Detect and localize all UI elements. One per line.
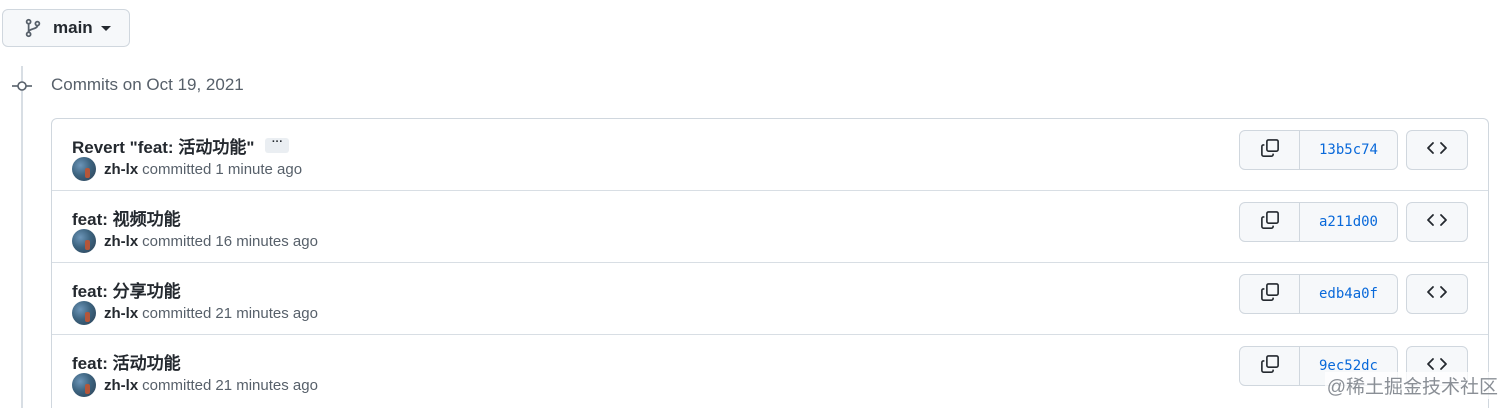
- code-icon: [1426, 140, 1448, 161]
- sha-button-group: a211d00: [1239, 202, 1398, 242]
- commit-meta: zh-lx committed 21 minutes ago: [72, 301, 318, 325]
- commit-sha-link[interactable]: 13b5c74: [1300, 131, 1397, 169]
- commit-sha-link[interactable]: a211d00: [1300, 203, 1397, 241]
- copy-sha-button[interactable]: [1240, 275, 1300, 313]
- sha-button-group: edb4a0f: [1239, 274, 1398, 314]
- commit-title: feat: 视频功能: [72, 205, 181, 230]
- commit-meta: zh-lx committed 21 minutes ago: [72, 373, 318, 397]
- copy-sha-button[interactable]: [1240, 203, 1300, 241]
- branch-select-button[interactable]: main: [2, 9, 130, 47]
- copy-icon: [1260, 282, 1280, 307]
- git-branch-icon: [23, 18, 43, 38]
- avatar[interactable]: [72, 157, 96, 181]
- expand-message-button[interactable]: ···: [265, 137, 290, 153]
- commit-row: feat: 活动功能 zh-lx committed 21 minutes ag…: [52, 335, 1488, 407]
- author-link[interactable]: zh-lx: [104, 377, 138, 394]
- committed-label: committed: [142, 376, 212, 394]
- commit-time: 16 minutes ago: [215, 232, 318, 250]
- commit-row: feat: 视频功能 zh-lx committed 16 minutes ag…: [52, 191, 1488, 263]
- copy-icon: [1260, 210, 1280, 235]
- caret-down-icon: [100, 25, 111, 31]
- commit-time: 21 minutes ago: [215, 304, 318, 322]
- commit-title: feat: 活动功能: [72, 349, 181, 374]
- commit-meta: zh-lx committed 1 minute ago: [72, 157, 302, 181]
- avatar[interactable]: [72, 373, 96, 397]
- commit-list: Revert "feat: 活动功能" ··· zh-lx committed …: [51, 118, 1489, 408]
- browse-repo-button[interactable]: [1406, 274, 1468, 314]
- copy-icon: [1260, 138, 1280, 163]
- commit-message-link[interactable]: feat: 活动功能: [72, 349, 181, 374]
- code-icon: [1426, 284, 1448, 305]
- author-link[interactable]: zh-lx: [104, 161, 138, 178]
- browse-repo-button[interactable]: [1406, 202, 1468, 242]
- commit-title: feat: 分享功能: [72, 277, 181, 302]
- commit-message-link[interactable]: Revert "feat: 活动功能": [72, 133, 254, 158]
- code-icon: [1426, 212, 1448, 233]
- commit-row: feat: 分享功能 zh-lx committed 21 minutes ag…: [52, 263, 1488, 335]
- copy-sha-button[interactable]: [1240, 347, 1300, 385]
- commit-message-link[interactable]: feat: 分享功能: [72, 277, 181, 302]
- avatar[interactable]: [72, 301, 96, 325]
- commits-page: main Commits on Oct 19, 2021 Revert "fea…: [0, 0, 1512, 408]
- author-link[interactable]: zh-lx: [104, 305, 138, 322]
- branch-name: main: [53, 18, 93, 37]
- copy-icon: [1260, 354, 1280, 379]
- committed-label: committed: [142, 160, 212, 178]
- sha-button-group: 13b5c74: [1239, 130, 1398, 170]
- commits-date-heading: Commits on Oct 19, 2021: [51, 75, 244, 94]
- copy-sha-button[interactable]: [1240, 131, 1300, 169]
- author-link[interactable]: zh-lx: [104, 233, 138, 250]
- avatar[interactable]: [72, 229, 96, 253]
- commit-time: 1 minute ago: [215, 160, 303, 178]
- commit-meta: zh-lx committed 16 minutes ago: [72, 229, 318, 253]
- commit-sha-link[interactable]: edb4a0f: [1300, 275, 1397, 313]
- git-commit-icon: [12, 77, 32, 95]
- timeline-line: [21, 66, 23, 408]
- committed-label: committed: [142, 232, 212, 250]
- watermark: @稀土掘金技术社区: [1324, 372, 1500, 399]
- commit-title: Revert "feat: 活动功能" ···: [72, 133, 290, 158]
- commit-row: Revert "feat: 活动功能" ··· zh-lx committed …: [52, 119, 1488, 191]
- committed-label: committed: [142, 304, 212, 322]
- browse-repo-button[interactable]: [1406, 130, 1468, 170]
- commit-message-link[interactable]: feat: 视频功能: [72, 205, 181, 230]
- commit-time: 21 minutes ago: [215, 376, 318, 394]
